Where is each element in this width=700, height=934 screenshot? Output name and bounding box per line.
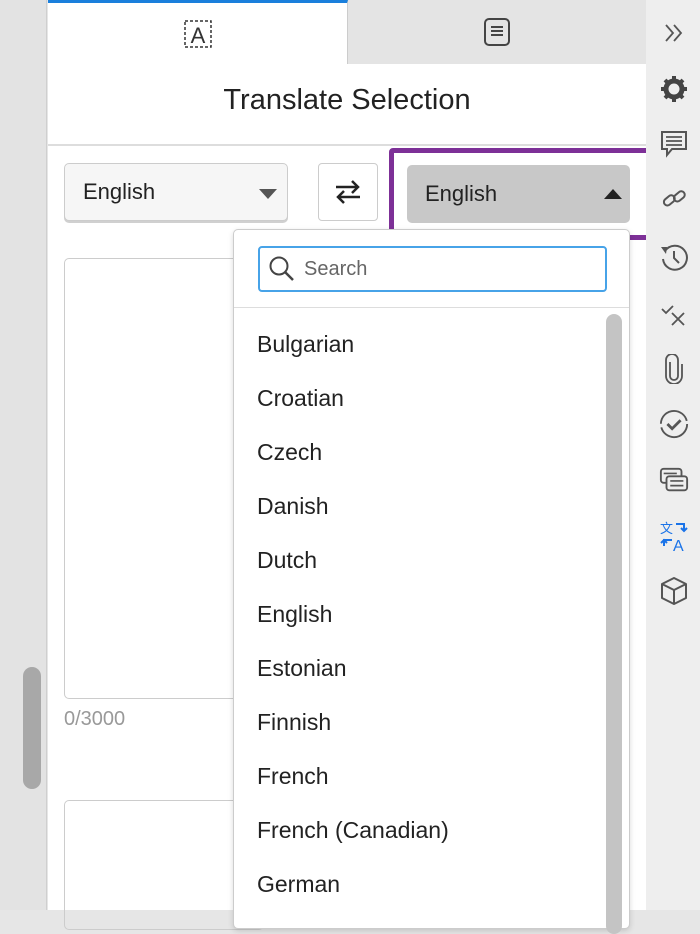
paperclip-icon[interactable]	[659, 354, 689, 384]
language-option[interactable]: Estonian	[257, 650, 597, 704]
page-title: Translate Selection	[48, 84, 646, 117]
check-cross-icon[interactable]	[659, 298, 689, 328]
search-placeholder: Search	[304, 258, 367, 281]
chevron-down-icon	[259, 189, 277, 199]
language-dropdown: Search Bulgarian Croatian Czech Danish D…	[233, 229, 630, 929]
language-search-input[interactable]: Search	[258, 246, 607, 292]
dropdown-scrollbar[interactable]	[606, 314, 622, 934]
focus-highlight	[389, 148, 651, 240]
link-icon[interactable]	[659, 184, 689, 214]
language-option[interactable]: French	[257, 758, 597, 812]
source-language-select[interactable]: English	[64, 163, 288, 221]
svg-text:A: A	[673, 538, 684, 552]
text-selection-icon: A	[183, 19, 213, 49]
swap-languages-button[interactable]	[318, 163, 378, 221]
left-scrollbar[interactable]	[23, 667, 41, 789]
language-option[interactable]: German	[257, 866, 597, 920]
expand-icon[interactable]	[659, 18, 689, 48]
translate-icon[interactable]: 文A	[659, 521, 689, 551]
tab-translate-document[interactable]	[348, 0, 646, 64]
svg-text:A: A	[190, 23, 205, 48]
document-icon	[484, 18, 510, 46]
language-list: Bulgarian Croatian Czech Danish Dutch En…	[257, 326, 597, 920]
comment-icon[interactable]	[659, 129, 689, 159]
compare-icon[interactable]	[659, 465, 689, 495]
language-option[interactable]: Czech	[257, 434, 597, 488]
divider	[234, 307, 629, 308]
swap-icon	[333, 177, 363, 207]
language-option[interactable]: French (Canadian)	[257, 812, 597, 866]
history-icon[interactable]	[659, 242, 689, 272]
language-option[interactable]: Bulgarian	[257, 326, 597, 380]
character-counter: 0/3000	[64, 708, 125, 731]
right-toolbar: 文A	[646, 0, 700, 910]
gear-icon[interactable]	[659, 74, 689, 104]
search-icon	[268, 255, 296, 283]
cube-icon[interactable]	[659, 576, 689, 606]
language-option[interactable]: Finnish	[257, 704, 597, 758]
check-circle-icon[interactable]	[659, 409, 689, 439]
tab-translate-selection[interactable]: A	[48, 0, 348, 64]
source-language-value: English	[83, 179, 155, 205]
language-option[interactable]: English	[257, 596, 597, 650]
language-option[interactable]: Dutch	[257, 542, 597, 596]
svg-text:文: 文	[660, 521, 673, 536]
language-option[interactable]: Croatian	[257, 380, 597, 434]
divider	[48, 144, 646, 146]
language-option[interactable]: Danish	[257, 488, 597, 542]
